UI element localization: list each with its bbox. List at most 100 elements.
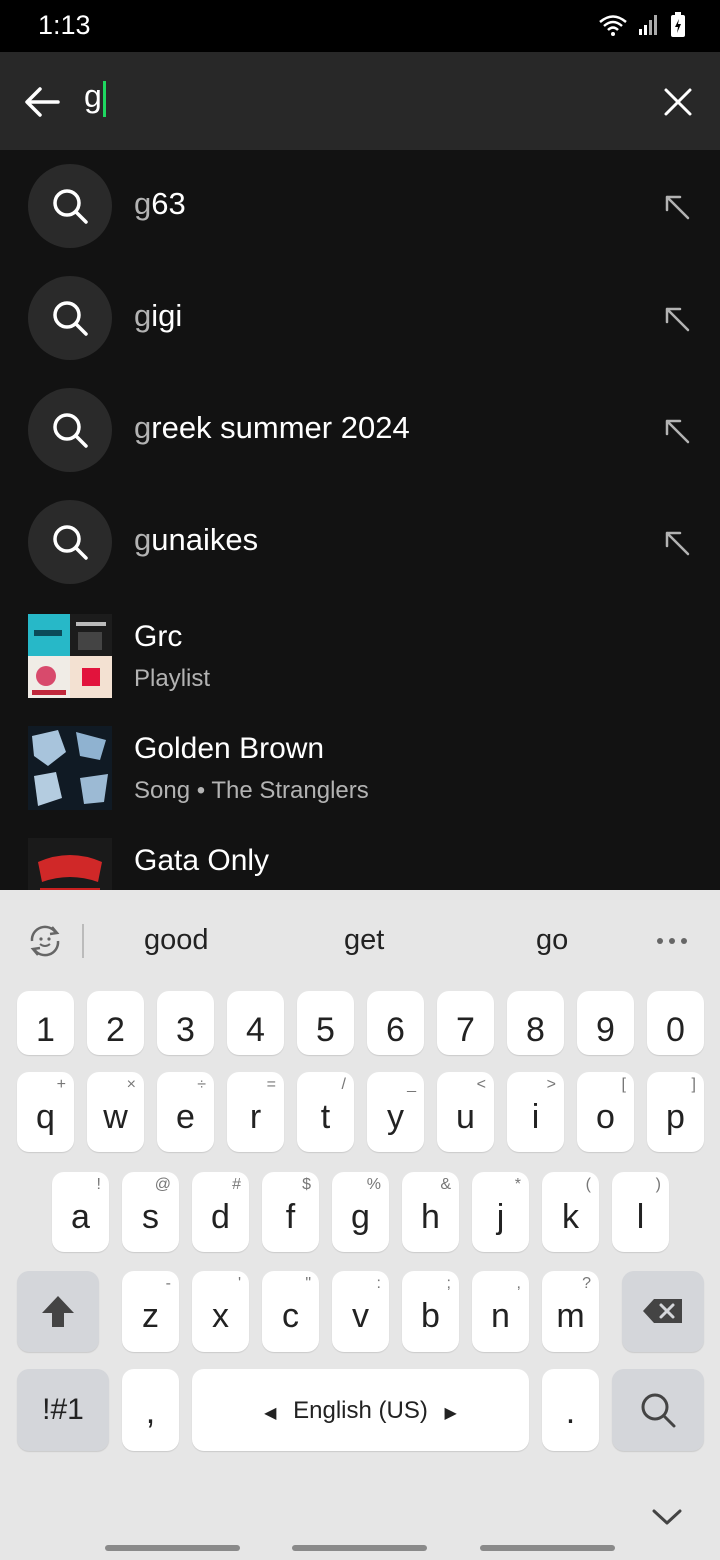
key-s[interactable]: @ s xyxy=(122,1172,179,1252)
shift-key[interactable] xyxy=(17,1271,99,1352)
keyboard-emoji-icon[interactable] xyxy=(26,922,64,960)
result-item-song[interactable]: Golden Brown Song • The Stranglers xyxy=(0,714,720,826)
key-v[interactable]: :v xyxy=(332,1271,389,1352)
key-1[interactable]: 1 xyxy=(17,991,74,1055)
key-n[interactable]: ,n xyxy=(472,1271,529,1352)
key-c[interactable]: " c xyxy=(262,1271,319,1352)
key-alt-label: % xyxy=(366,1176,381,1193)
key-9[interactable]: 9 xyxy=(577,991,634,1055)
key-q[interactable]: + q xyxy=(17,1072,74,1152)
key-4[interactable]: 4 xyxy=(227,991,284,1055)
key-label: x xyxy=(212,1297,229,1335)
key-alt-label: ; xyxy=(446,1275,451,1292)
back-arrow-icon[interactable] xyxy=(22,82,62,122)
key-e[interactable]: ÷ e xyxy=(157,1072,214,1152)
key-f[interactable]: $ f xyxy=(262,1172,319,1252)
suggestion-item[interactable]: gigi xyxy=(0,262,720,374)
key-label: 2 xyxy=(106,1011,125,1049)
suggestion-search-badge xyxy=(28,276,112,360)
result-item-song[interactable]: Gata Only xyxy=(0,826,720,890)
key-label: 4 xyxy=(246,1011,265,1049)
playlist-cover-image xyxy=(28,614,112,698)
key-m[interactable]: ? m xyxy=(542,1271,599,1352)
symbols-key[interactable]: !#1 xyxy=(17,1369,109,1451)
key-label: p xyxy=(666,1098,685,1136)
status-bar: 1:13 xyxy=(0,0,720,52)
key-alt-label: " xyxy=(305,1275,311,1292)
fill-query-arrow-icon[interactable] xyxy=(664,418,690,444)
key-o[interactable]: [o xyxy=(577,1072,634,1152)
key-i[interactable]: > i xyxy=(507,1072,564,1152)
search-icon xyxy=(641,1393,676,1428)
key-6[interactable]: 6 xyxy=(367,991,424,1055)
key-label: v xyxy=(352,1297,369,1335)
space-bar-label: ◀ English (US) ▶ xyxy=(192,1397,529,1425)
key-label: 8 xyxy=(526,1011,545,1049)
prediction-word[interactable]: good xyxy=(144,924,209,957)
search-bar: g xyxy=(0,52,720,150)
key-x[interactable]: ' x xyxy=(192,1271,249,1352)
key-label: 3 xyxy=(176,1011,195,1049)
key-d[interactable]: # d xyxy=(192,1172,249,1252)
key-2[interactable]: 2 xyxy=(87,991,144,1055)
nav-bar-handle-right[interactable] xyxy=(480,1545,615,1551)
prediction-word[interactable]: get xyxy=(344,924,384,957)
key-alt-label: @ xyxy=(154,1176,171,1193)
suggestion-item[interactable]: g63 xyxy=(0,150,720,262)
keyboard-suggestion-bar: good get go xyxy=(0,890,720,990)
more-options-icon[interactable] xyxy=(656,936,688,946)
key-0[interactable]: 0 xyxy=(647,991,704,1055)
key-h[interactable]: & h xyxy=(402,1172,459,1252)
key-p[interactable]: ] p xyxy=(647,1072,704,1152)
search-query-text: g xyxy=(84,78,102,114)
prediction-word[interactable]: go xyxy=(536,924,568,957)
key-label: a xyxy=(71,1198,90,1236)
backspace-key[interactable] xyxy=(622,1271,704,1352)
suggestion-search-badge xyxy=(28,164,112,248)
comma-key[interactable]: , xyxy=(122,1369,179,1451)
key-label: !#1 xyxy=(42,1393,84,1426)
key-z[interactable]: -z xyxy=(122,1271,179,1352)
hide-keyboard-chevron-icon[interactable] xyxy=(652,1508,682,1526)
key-label: 5 xyxy=(316,1011,335,1049)
key-j[interactable]: * j xyxy=(472,1172,529,1252)
key-g[interactable]: % g xyxy=(332,1172,389,1252)
key-alt-label: ( xyxy=(585,1176,591,1193)
key-5[interactable]: 5 xyxy=(297,991,354,1055)
suggestion-item[interactable]: greek summer 2024 xyxy=(0,374,720,486)
key-a[interactable]: ! a xyxy=(52,1172,109,1252)
fill-query-arrow-icon[interactable] xyxy=(664,194,690,220)
key-8[interactable]: 8 xyxy=(507,991,564,1055)
key-r[interactable]: = r xyxy=(227,1072,284,1152)
space-bar[interactable]: ◀ English (US) ▶ xyxy=(192,1369,529,1451)
key-b[interactable]: ; b xyxy=(402,1271,459,1352)
key-label: h xyxy=(421,1198,440,1236)
clear-search-icon[interactable] xyxy=(662,86,694,118)
period-key[interactable]: . xyxy=(542,1369,599,1451)
language-left-icon: ◀ xyxy=(264,1405,277,1422)
wifi-icon xyxy=(599,15,627,36)
key-alt-label: * xyxy=(514,1176,521,1193)
suggestion-rest: reek summer 2024 xyxy=(151,410,410,445)
key-t[interactable]: / t xyxy=(297,1072,354,1152)
fill-query-arrow-icon[interactable] xyxy=(664,530,690,556)
key-label: z xyxy=(142,1297,159,1335)
search-input[interactable]: g xyxy=(84,78,106,117)
key-7[interactable]: 7 xyxy=(437,991,494,1055)
nav-bar-handle-center[interactable] xyxy=(292,1545,427,1551)
key-l[interactable]: ) l xyxy=(612,1172,669,1252)
key-3[interactable]: 3 xyxy=(157,991,214,1055)
result-title: Grc xyxy=(134,620,183,653)
result-item-playlist[interactable]: Grc Playlist xyxy=(0,602,720,714)
key-alt-label: $ xyxy=(302,1176,311,1193)
search-icon xyxy=(53,413,88,448)
key-label: , xyxy=(145,1393,156,1431)
nav-bar-handle-left[interactable] xyxy=(105,1545,240,1551)
key-k[interactable]: (k xyxy=(542,1172,599,1252)
search-action-key[interactable] xyxy=(612,1369,704,1451)
key-w[interactable]: × w xyxy=(87,1072,144,1152)
suggestion-item[interactable]: gunaikes xyxy=(0,486,720,598)
key-u[interactable]: < u xyxy=(437,1072,494,1152)
key-y[interactable]: _ y xyxy=(367,1072,424,1152)
fill-query-arrow-icon[interactable] xyxy=(664,306,690,332)
